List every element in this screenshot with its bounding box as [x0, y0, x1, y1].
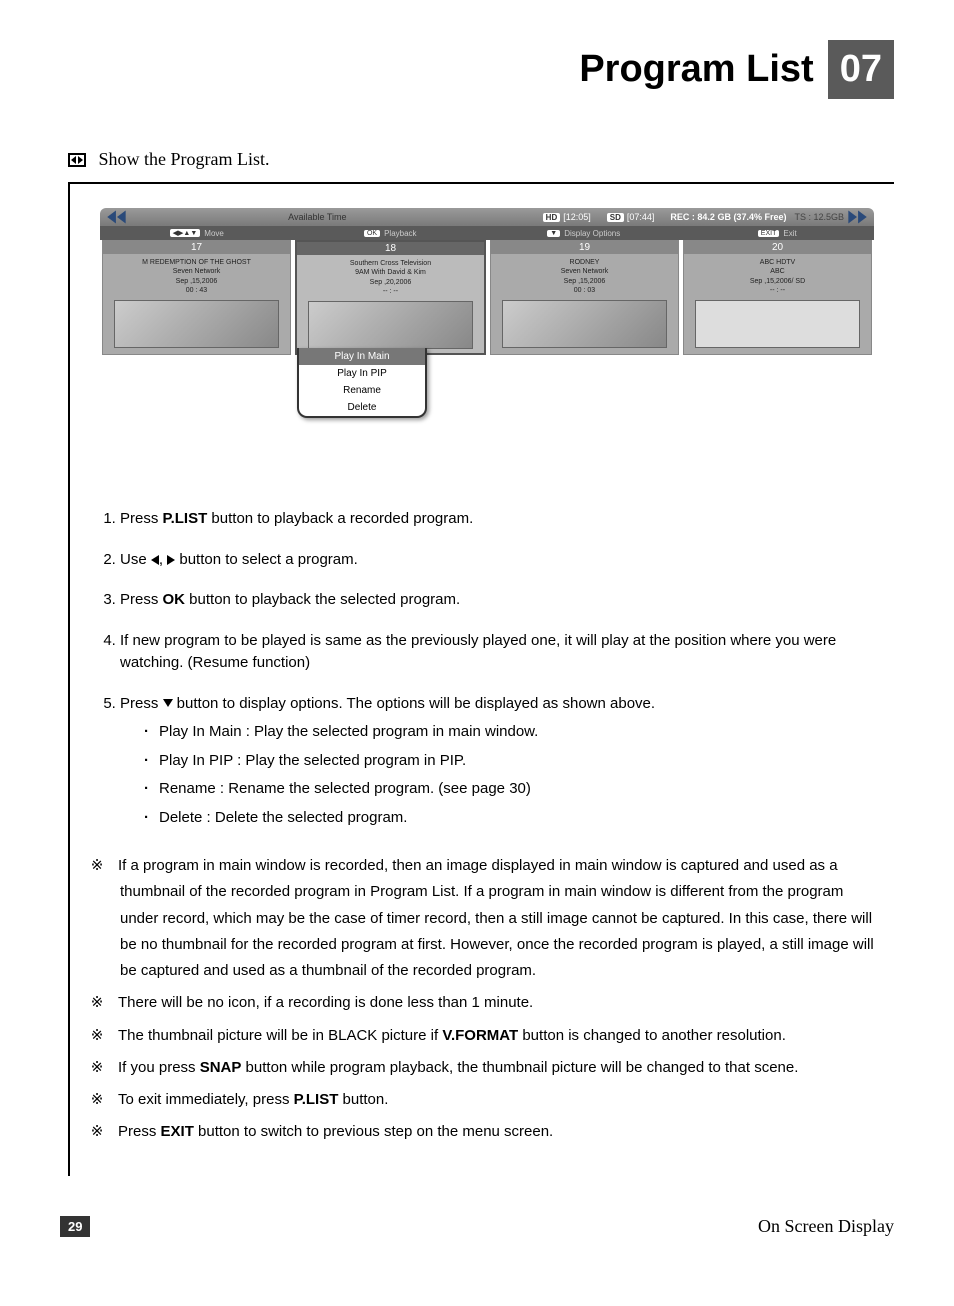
sd-time: [07:44]	[627, 212, 655, 222]
opt-delete: Delete : Delete the selected program.	[144, 807, 874, 830]
page-footer: 29 On Screen Display	[60, 1216, 894, 1237]
card-18: 18 Southern Cross Television9AM With Dav…	[295, 240, 486, 355]
down-key: ▼	[547, 230, 560, 237]
intro-line: Show the Program List.	[68, 149, 886, 170]
move-key: ◀▶▲▼	[170, 229, 201, 237]
step-3: Press OK button to playback the selected…	[120, 589, 874, 612]
section-name: On Screen Display	[758, 1216, 894, 1237]
step-1: Press P.LIST button to playback a record…	[120, 508, 874, 531]
left-arrow-icon	[151, 555, 159, 565]
ref-mark-icon: ※	[100, 1023, 114, 1049]
opt-rename: Rename : Rename the selected program. (s…	[144, 778, 874, 801]
thumb	[502, 300, 667, 348]
opt-play-main: Play In Main : Play the selected program…	[144, 721, 874, 744]
hd-badge: HD	[543, 213, 561, 222]
down-arrow-icon	[163, 699, 173, 707]
page-header: Program List 07	[60, 40, 894, 99]
ref-mark-icon: ※	[100, 1087, 114, 1113]
ref-mark-icon: ※	[100, 853, 114, 879]
thumb	[308, 301, 473, 349]
step-5-options: Play In Main : Play the selected program…	[144, 721, 874, 829]
thumb	[695, 300, 860, 348]
card-num: 20	[684, 241, 871, 254]
hd-time: [12:05]	[563, 212, 591, 222]
notes-block: ※If a program in main window is recorded…	[100, 853, 874, 1146]
ok-hint: Playback	[384, 229, 416, 238]
ok-key: OK	[364, 230, 380, 237]
page-number: 29	[60, 1216, 90, 1237]
options-popup: Play In Main Play In PIP Rename Delete	[297, 348, 427, 418]
forward-icon	[844, 208, 870, 226]
sd-badge: SD	[607, 213, 624, 222]
popup-rename: Rename	[299, 382, 425, 399]
popup-delete: Delete	[299, 399, 425, 416]
note-3: ※The thumbnail picture will be in BLACK …	[100, 1023, 874, 1049]
card-20: 20 ABC HDTVABCSep ,15,2006/ SD-- : --	[683, 240, 872, 355]
osd-cards: 17 M REDEMPTION OF THE GHOSTSeven Networ…	[100, 240, 874, 355]
exit-hint: Exit	[783, 229, 796, 238]
card-num: 19	[491, 241, 678, 254]
ref-mark-icon: ※	[100, 1055, 114, 1081]
nav-icon	[68, 153, 86, 167]
osd-hintbar: ◀▶▲▼Move OK Playback ▼ Display Options EXI…	[100, 226, 874, 240]
chapter-number: 07	[828, 40, 894, 99]
card-num: 17	[103, 241, 290, 254]
available-time-label: Available Time	[100, 212, 535, 222]
note-5: ※To exit immediately, press P.LIST butto…	[100, 1087, 874, 1113]
down-hint: Display Options	[564, 229, 620, 238]
move-hint: Move	[204, 229, 224, 238]
card-17: 17 M REDEMPTION OF THE GHOSTSeven Networ…	[102, 240, 291, 355]
rewind-icon	[104, 208, 130, 226]
note-6: ※Press EXIT button to switch to previous…	[100, 1119, 874, 1145]
ref-mark-icon: ※	[100, 1119, 114, 1145]
osd-topbar: Available Time HD[12:05] SD[07:44] REC :…	[100, 208, 874, 226]
note-2: ※There will be no icon, if a recording i…	[100, 990, 874, 1016]
popup-play-main: Play In Main	[299, 348, 425, 365]
steps-list: Press P.LIST button to playback a record…	[100, 508, 874, 829]
ref-mark-icon: ※	[100, 990, 114, 1016]
note-1: ※If a program in main window is recorded…	[100, 853, 874, 984]
intro-text: Show the Program List.	[99, 149, 270, 169]
exit-key: EXIT	[758, 230, 780, 237]
popup-play-pip: Play In PIP	[299, 365, 425, 382]
card-num: 18	[297, 242, 484, 255]
step-5: Press button to display options. The opt…	[120, 693, 874, 830]
page-title: Program List	[579, 40, 827, 99]
step-4: If new program to be played is same as t…	[120, 630, 874, 675]
opt-play-pip: Play In PIP : Play the selected program …	[144, 750, 874, 773]
right-arrow-icon	[167, 555, 175, 565]
osd-screenshot: Available Time HD[12:05] SD[07:44] REC :…	[100, 208, 874, 468]
card-19: 19 RODNEYSeven NetworkSep ,15,200600 : 0…	[490, 240, 679, 355]
step-2: Use , button to select a program.	[120, 549, 874, 572]
note-4: ※If you press SNAP button while program …	[100, 1055, 874, 1081]
rec-info: REC : 84.2 GB (37.4% Free)	[662, 212, 794, 222]
content-box: Available Time HD[12:05] SD[07:44] REC :…	[68, 182, 894, 1176]
thumb	[114, 300, 279, 348]
